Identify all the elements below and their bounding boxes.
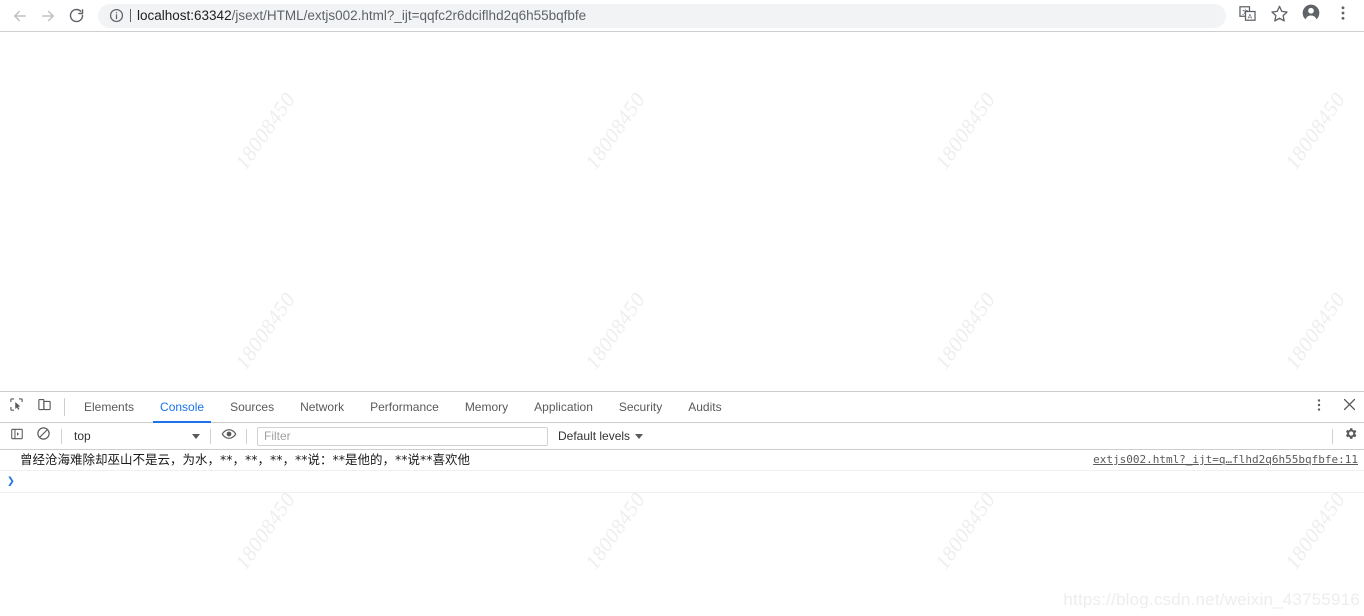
device-toolbar-button[interactable] (30, 392, 58, 422)
browser-toolbar: localhost:63342/jsext/HTML/extjs002.html… (0, 0, 1364, 32)
device-toolbar-icon (37, 397, 52, 417)
console-settings-gear-icon (1343, 426, 1358, 446)
execution-context-selector[interactable]: top (66, 429, 206, 443)
tab-label: Console (160, 400, 205, 414)
profile-button[interactable] (1296, 2, 1326, 30)
info-circle-icon[interactable] (108, 8, 124, 24)
console-settings-button[interactable] (1337, 424, 1364, 449)
tab-label: Performance (370, 400, 439, 414)
forward-button[interactable] (34, 2, 62, 30)
tab-memory[interactable]: Memory (452, 392, 521, 422)
bookmark-button[interactable] (1264, 2, 1294, 30)
back-button[interactable] (6, 2, 34, 30)
toolbar-divider (246, 428, 247, 444)
console-prompt-arrow-icon: ❯ (7, 474, 15, 489)
console-log-levels-label: Default levels (558, 429, 631, 443)
tab-label: Application (534, 400, 593, 414)
console-filter-placeholder: Filter (264, 429, 291, 443)
address-bar-path: /jsext/HTML/extjs002.html?_ijt=qqfc2r6dc… (231, 7, 587, 23)
tab-console[interactable]: Console (147, 392, 217, 423)
translate-button[interactable]: 文 A (1232, 2, 1262, 30)
tab-audits[interactable]: Audits (675, 392, 734, 422)
tab-elements[interactable]: Elements (71, 392, 147, 422)
console-toolbar: top Filter Default levels (0, 423, 1364, 450)
live-expression-button[interactable] (215, 424, 242, 449)
page-viewport (0, 32, 1364, 391)
reload-button[interactable] (62, 2, 90, 30)
browser-menu-button[interactable] (1328, 2, 1358, 30)
console-message-list: 曾经沧海难除却巫山不是云，为水，**，**，**，**说：**是他的，**说**… (0, 450, 1364, 616)
execution-context-label: top (74, 429, 91, 443)
translate-icon: 文 A (1238, 4, 1257, 28)
address-bar-host: localhost:63342 (137, 7, 232, 23)
devtools-more-button[interactable] (1304, 397, 1334, 418)
tab-label: Security (618, 400, 663, 414)
tab-label: Elements (84, 400, 135, 414)
address-bar[interactable]: localhost:63342/jsext/HTML/extjs002.html… (98, 3, 1226, 28)
devtools-more-menu-icon (1311, 397, 1327, 418)
toolbar-divider (210, 428, 211, 444)
live-expression-eye-icon (221, 426, 237, 447)
devtools-tabbar-right (1291, 392, 1364, 422)
inspect-element-icon (9, 397, 24, 417)
back-arrow-icon (11, 7, 29, 25)
tab-label: Audits (688, 400, 722, 414)
console-sidebar-toggle-button[interactable] (3, 424, 30, 449)
clear-console-icon (36, 426, 51, 446)
tab-application[interactable]: Application (521, 392, 606, 422)
three-dot-menu-icon (1334, 4, 1352, 27)
tab-label: Network (300, 400, 345, 414)
address-bar-url: localhost:63342/jsext/HTML/extjs002.html… (137, 4, 586, 28)
console-log-levels-dropdown[interactable]: Default levels (558, 429, 644, 443)
console-message-row[interactable]: 曾经沧海难除却巫山不是云，为水，**，**，**，**说：**是他的，**说**… (0, 450, 1364, 471)
devtools-close-button[interactable] (1334, 397, 1364, 417)
toolbar-divider (64, 398, 65, 416)
devtools-tabs: Elements Console Sources Network Perform… (71, 392, 1291, 423)
tab-network[interactable]: Network (287, 392, 357, 422)
reload-icon (68, 7, 85, 24)
console-sidebar-toggle-icon (10, 427, 24, 446)
tab-performance[interactable]: Performance (357, 392, 452, 422)
clear-console-button[interactable] (30, 424, 57, 449)
console-message-source-link[interactable]: extjs002.html?_ijt=q…flhd2q6h55bqfbfe:11 (1093, 453, 1358, 466)
console-filter-input[interactable]: Filter (257, 426, 548, 446)
tab-security[interactable]: Security (606, 392, 675, 422)
tab-label: Memory (464, 400, 509, 414)
svg-text:A: A (1247, 13, 1252, 20)
console-empty-area (0, 493, 1364, 616)
tab-label: Sources (230, 400, 275, 414)
chevron-down-icon (635, 433, 644, 439)
devtools-tab-bar: Elements Console Sources Network Perform… (0, 392, 1364, 423)
star-bookmark-icon (1270, 4, 1289, 28)
toolbar-divider (1332, 428, 1333, 444)
console-input-prompt[interactable]: ❯ (0, 471, 1364, 493)
forward-arrow-icon (39, 7, 57, 25)
profile-avatar-icon (1301, 3, 1321, 28)
chevron-down-icon (192, 433, 200, 439)
devtools-panel: Elements Console Sources Network Perform… (0, 391, 1364, 616)
tab-sources[interactable]: Sources (217, 392, 287, 422)
toolbar-divider (61, 428, 62, 444)
address-bar-text-caret (130, 9, 131, 22)
inspect-element-button[interactable] (2, 392, 30, 422)
console-message-text: 曾经沧海难除却巫山不是云，为水，**，**，**，**说：**是他的，**说**… (20, 452, 471, 467)
browser-action-icons: 文 A (1232, 2, 1358, 30)
devtools-close-icon (1342, 397, 1357, 417)
